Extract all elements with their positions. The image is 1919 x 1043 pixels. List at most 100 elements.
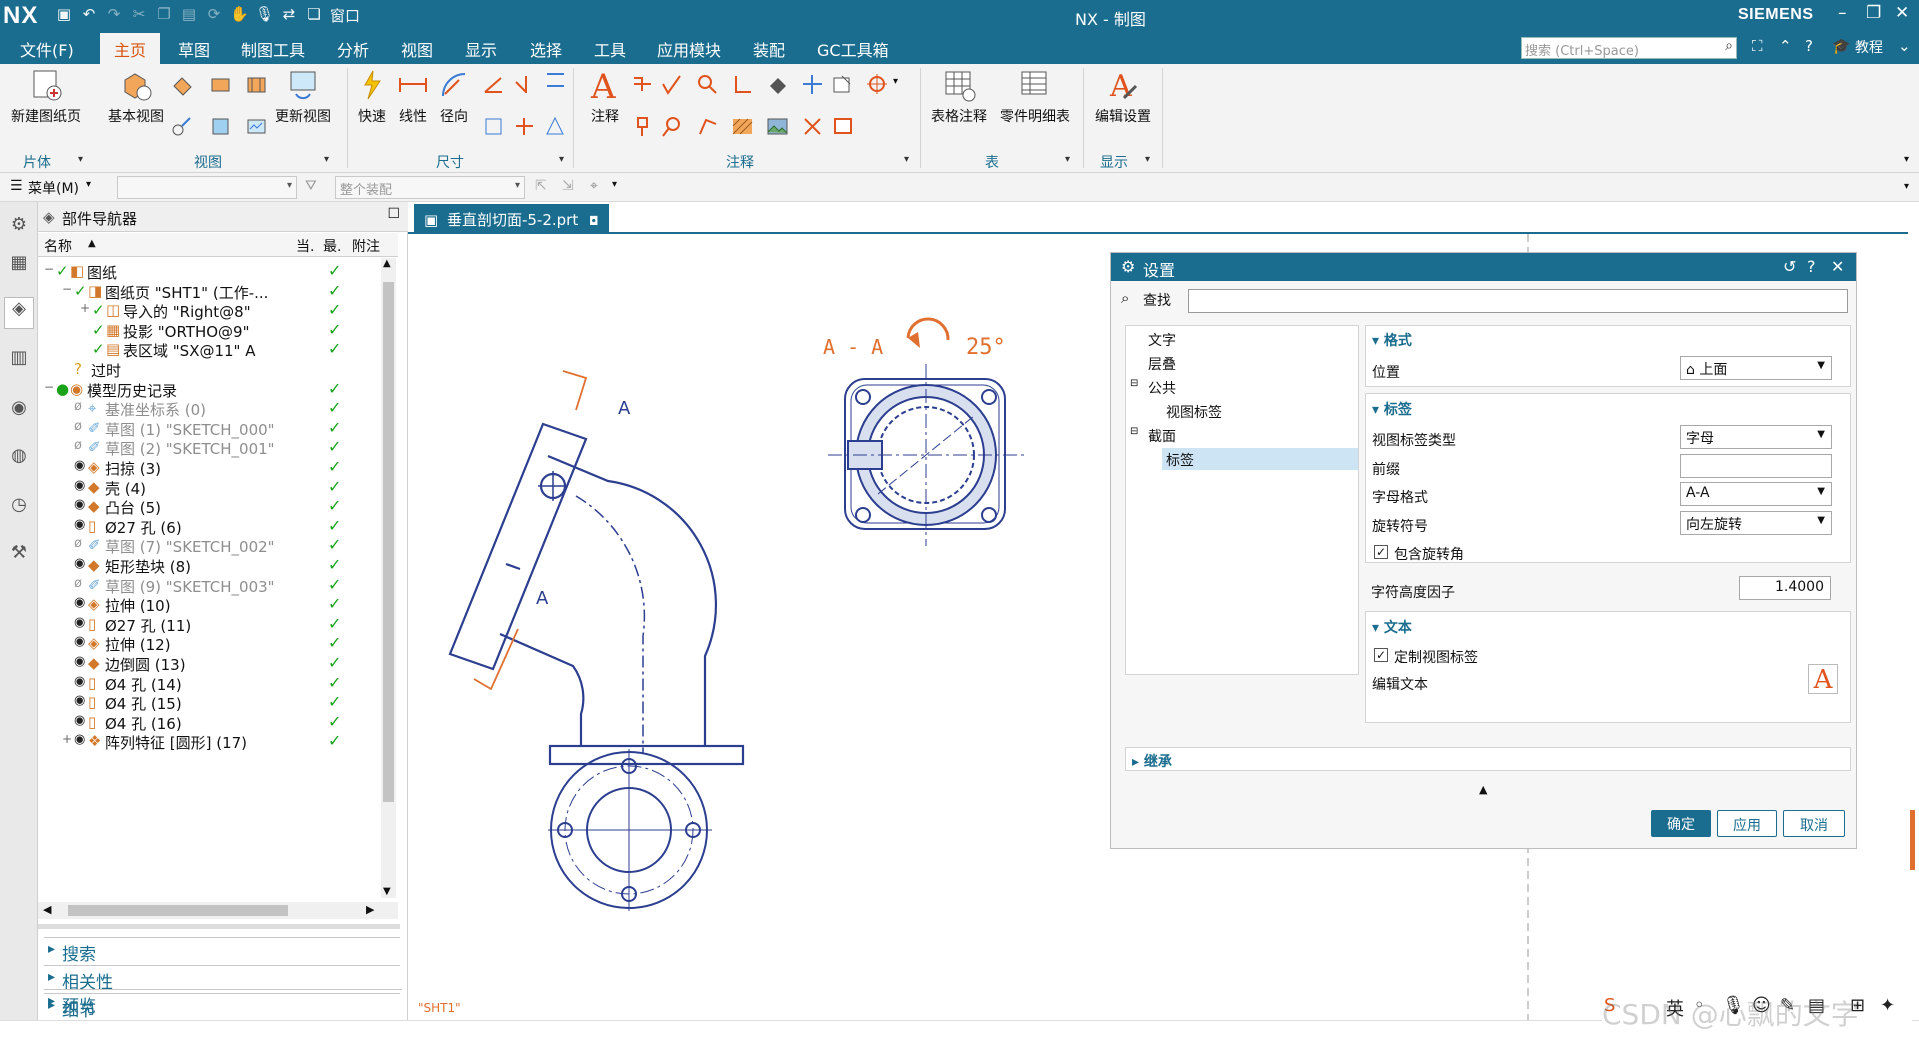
panel-splitter[interactable] bbox=[38, 924, 400, 929]
arc-length-icon[interactable] bbox=[481, 114, 506, 139]
thickness-dimension-icon[interactable] bbox=[543, 68, 568, 93]
navigator-row[interactable]: + ◉ ❖ 阵列特征 [圆形] (17) ✓ bbox=[38, 730, 396, 754]
collapse-icon[interactable]: − bbox=[44, 380, 54, 394]
assembly-scope-dropdown[interactable]: 整个装配 ▾ bbox=[335, 176, 525, 199]
visible-eye-icon[interactable]: ◉ bbox=[74, 713, 85, 728]
tab-applications[interactable]: 应用模块 bbox=[657, 37, 721, 61]
collapse-ribbon-icon[interactable]: ⌃ bbox=[1779, 37, 1792, 55]
window-menu[interactable]: 窗口 bbox=[330, 5, 360, 26]
tabular-note-button[interactable]: 表格注释 bbox=[928, 68, 990, 126]
id-symbol-icon[interactable] bbox=[630, 114, 655, 139]
menu-dropdown-icon[interactable]: ▾ bbox=[86, 179, 91, 190]
letter-format-dropdown[interactable]: A-A ▼ bbox=[1680, 482, 1832, 506]
hidden-eye-icon[interactable]: ø bbox=[74, 438, 82, 453]
toolbar-overflow-icon[interactable]: ▾ bbox=[1904, 181, 1909, 192]
view-break-icon[interactable] bbox=[244, 114, 269, 139]
fullscreen-icon[interactable]: ⛶ bbox=[1752, 37, 1763, 55]
broken-view-icon[interactable] bbox=[170, 114, 195, 139]
ordinate-dimension-icon[interactable] bbox=[512, 114, 537, 139]
angular-dimension-icon[interactable] bbox=[481, 72, 506, 97]
group-table[interactable]: 表 ▾ bbox=[985, 152, 1070, 172]
collapse-dialog-icon[interactable]: ▲ bbox=[1479, 783, 1487, 796]
new-sheet-button[interactable]: 新建图纸页 bbox=[10, 68, 82, 126]
ribbon-overflow-icon[interactable]: ▾ bbox=[1904, 154, 1909, 165]
fill-icon[interactable] bbox=[765, 72, 790, 97]
parts-list-button[interactable]: 零件明细表 bbox=[997, 68, 1073, 126]
group-annotation[interactable]: 注释 ▾ bbox=[726, 152, 909, 172]
hidden-eye-icon[interactable]: ø bbox=[74, 399, 82, 414]
tutorial-icon[interactable]: 🎓 bbox=[1832, 37, 1851, 55]
history-icon[interactable]: ◉ bbox=[6, 397, 32, 423]
crosshatch-icon[interactable] bbox=[730, 114, 755, 139]
tab-gc-toolbox[interactable]: GC工具箱 bbox=[817, 37, 889, 61]
cut-icon[interactable]: ✂ bbox=[130, 5, 148, 26]
expand-icon[interactable]: + bbox=[62, 732, 72, 746]
weld-symbol-icon[interactable] bbox=[730, 72, 755, 97]
minimize-icon[interactable]: – bbox=[1838, 3, 1847, 23]
format-header[interactable]: ▾ 格式 bbox=[1372, 330, 1412, 350]
surface-finish-icon[interactable] bbox=[660, 72, 685, 97]
clock-icon[interactable]: ◷ bbox=[6, 494, 32, 520]
linear-dimension-button[interactable]: 线性 bbox=[393, 68, 433, 126]
touch-mode-icon[interactable]: ✋ bbox=[230, 5, 249, 26]
radial-dimension-button[interactable]: 径向 bbox=[434, 68, 474, 126]
flange-view[interactable] bbox=[548, 749, 712, 911]
dialog-close-icon[interactable]: ✕ bbox=[1831, 257, 1844, 276]
switch-window-icon[interactable]: ⇄ bbox=[280, 5, 298, 26]
ribbon-options-icon[interactable]: ⌄ bbox=[1898, 37, 1911, 55]
edit-settings-button[interactable]: A 编辑设置 bbox=[1092, 68, 1154, 126]
visibility-check-icon[interactable]: ✓ bbox=[92, 301, 105, 319]
detail-view-icon[interactable] bbox=[244, 72, 269, 97]
reset-icon[interactable]: ↺ bbox=[1783, 257, 1796, 276]
copy-icon[interactable]: ❐ bbox=[155, 5, 173, 26]
view-label-type-dropdown[interactable]: 字母 ▼ bbox=[1680, 425, 1832, 449]
group-view[interactable]: 视图 ▾ bbox=[194, 152, 329, 172]
hamburger-icon[interactable]: ☰ bbox=[10, 178, 23, 194]
symbolic-thread-icon[interactable] bbox=[830, 72, 855, 97]
apply-button[interactable]: 应用 bbox=[1717, 810, 1777, 837]
delete-annotation-icon[interactable] bbox=[800, 114, 825, 139]
horizontal-scroll-thumb[interactable] bbox=[68, 905, 288, 916]
tab-window-icon[interactable]: ◘ bbox=[589, 214, 599, 228]
document-tab[interactable]: ▣ 垂直剖切面-5-2.prt ◘ ✕ bbox=[414, 204, 622, 232]
target-point-icon[interactable] bbox=[660, 114, 685, 139]
base-view-button[interactable]: 基本视图 bbox=[105, 68, 167, 126]
col-comment[interactable]: 附注 bbox=[352, 236, 380, 256]
visible-eye-icon[interactable]: ◉ bbox=[74, 556, 85, 571]
settings-gear-icon[interactable]: ⚙ bbox=[6, 214, 32, 240]
cancel-button[interactable]: 取消 bbox=[1783, 810, 1845, 837]
scroll-left-icon[interactable]: ◀ bbox=[43, 903, 51, 916]
menu-button[interactable]: 菜单(M) bbox=[28, 178, 79, 198]
rotation-symbol-dropdown[interactable]: 向左旋转 ▼ bbox=[1680, 511, 1832, 535]
visible-eye-icon[interactable]: ◉ bbox=[74, 595, 85, 610]
window-icon[interactable]: ❏ bbox=[305, 5, 323, 26]
tab-select[interactable]: 选择 bbox=[530, 37, 562, 61]
centerline-icon[interactable] bbox=[800, 72, 825, 97]
tree-item-view-label[interactable]: 视图标签 bbox=[1166, 402, 1222, 422]
tree-item-section[interactable]: 截面 bbox=[1148, 426, 1176, 446]
assembly-navigator-icon[interactable]: ▦ bbox=[6, 252, 32, 278]
rapid-dimension-button[interactable]: 快速 bbox=[352, 68, 392, 126]
tab-close-icon[interactable]: ✕ bbox=[609, 211, 622, 229]
col-current[interactable]: 当. bbox=[296, 236, 314, 256]
visible-eye-icon[interactable]: ◉ bbox=[74, 674, 85, 689]
tree-item-label[interactable]: 标签 bbox=[1166, 450, 1194, 470]
tab-sketch[interactable]: 草图 bbox=[178, 37, 210, 61]
dialog-help-icon[interactable]: ? bbox=[1807, 257, 1816, 276]
tutorial-link[interactable]: 教程 bbox=[1855, 37, 1883, 57]
roles-icon[interactable]: ⚒ bbox=[6, 542, 32, 568]
section-search[interactable]: 搜索 bbox=[44, 937, 400, 965]
undo-icon[interactable]: ↶ bbox=[80, 5, 98, 26]
tab-tools[interactable]: 工具 bbox=[594, 37, 626, 61]
tree-item-layer[interactable]: 层叠 bbox=[1148, 354, 1176, 374]
char-height-input[interactable]: 1.4000 bbox=[1739, 576, 1831, 600]
redo-icon[interactable]: ↷ bbox=[105, 5, 123, 26]
paste-icon[interactable]: ▤ bbox=[180, 5, 198, 26]
web-browser-icon[interactable]: ◍ bbox=[6, 445, 32, 471]
ok-button[interactable]: 确定 bbox=[1651, 810, 1711, 837]
tree-item-text[interactable]: 文字 bbox=[1148, 330, 1176, 350]
inherit-section[interactable]: ▸ 继承 bbox=[1125, 747, 1851, 771]
scroll-down-icon[interactable]: ▼ bbox=[383, 886, 391, 897]
group-display[interactable]: 显示 ▾ bbox=[1100, 152, 1150, 172]
tab-home[interactable]: 主页 bbox=[100, 33, 161, 64]
